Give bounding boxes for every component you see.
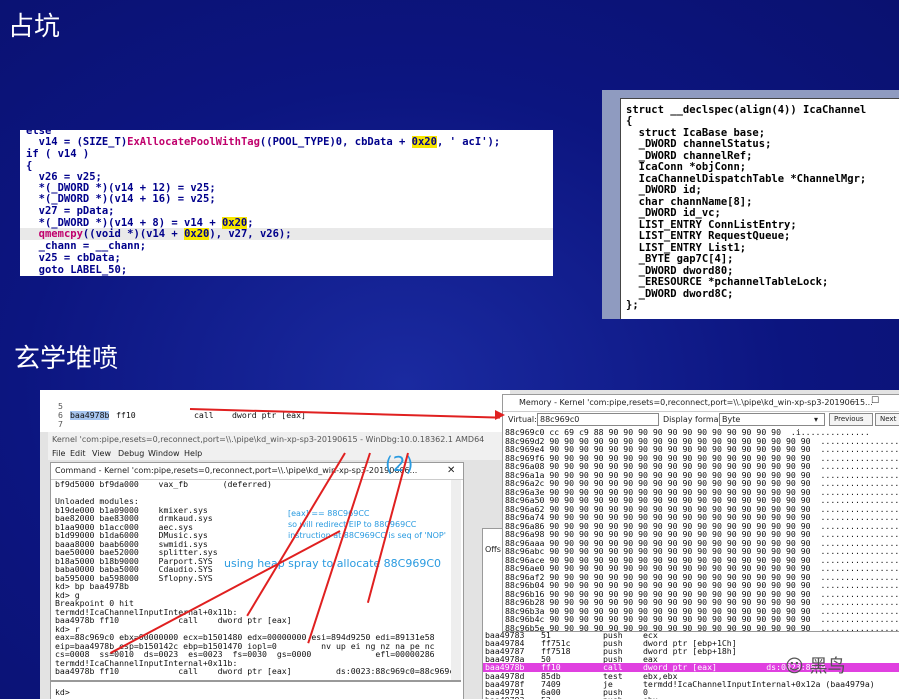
- menu-debug[interactable]: Debug: [118, 449, 144, 458]
- maximize-icon[interactable]: ☐: [871, 396, 879, 406]
- struct-line: _ERESOURCE *pchannelTableLock;: [626, 276, 829, 288]
- next-button-label: Next: [880, 415, 897, 423]
- kd-prompt[interactable]: kd>: [55, 688, 70, 697]
- code-line-alloc: v14 = (SIZE_T)ExAllocatePoolWithTag((POO…: [26, 136, 501, 148]
- virtual-address-input[interactable]: 88c969c0: [537, 413, 659, 426]
- line-number: 7: [58, 419, 63, 429]
- display-format-value: Byte: [722, 415, 741, 424]
- struct-line: _DWORD dword8C;: [626, 288, 734, 300]
- chevron-down-icon: ▾: [814, 415, 819, 424]
- disasm-address: baa4978b: [70, 410, 110, 420]
- memory-dump: 88c969c0 cc 69 c9 88 90 90 90 90 90 90 9…: [503, 428, 899, 631]
- menu-help[interactable]: Help: [184, 449, 202, 458]
- display-format-select[interactable]: Byte ▾: [719, 413, 825, 426]
- memory-row: 88c96b5e 90 90 90 90 90 90 90 90 90 90 9…: [505, 622, 899, 631]
- memory-window: Memory - Kernel 'com:pipe,resets=0,recon…: [502, 394, 899, 632]
- struct-line: struct __declspec(align(4)) IcaChannel: [626, 104, 867, 116]
- virtual-address-value: 88c969c0: [540, 415, 580, 424]
- menu-edit[interactable]: Edit: [70, 449, 86, 458]
- disasm-bytes: ff10: [116, 410, 136, 420]
- struct-declaration-panel: struct __declspec(align(4)) IcaChannel {…: [602, 90, 899, 319]
- decompiled-code-panel: else v14 = (SIZE_T)ExAllocatePoolWithTag…: [20, 130, 553, 276]
- struct-line: IcaConn *objConn;: [626, 161, 747, 173]
- offset-label: Offs: [485, 545, 501, 554]
- watermark: ☺ 黑鸟: [785, 652, 846, 678]
- code-line: _chann = __chann;: [26, 240, 147, 252]
- cmd-line: bf9d5000 bf9da000 vax_fb (deferred): [55, 480, 272, 489]
- struct-line: LIST_ENTRY RequestQueue;: [626, 230, 791, 242]
- windbg-title: Kernel 'com:pipe,resets=0,reconnect,port…: [52, 435, 485, 444]
- minimize-icon[interactable]: –: [853, 397, 857, 406]
- divider: [51, 680, 461, 682]
- command-window: Command - Kernel 'com:pipe,resets=0,reco…: [50, 462, 464, 699]
- step-number: (2): [385, 452, 414, 476]
- code-line: v27 = pData;: [26, 205, 115, 217]
- disasm-args: termdd!IcaChannelInputInternal+0x12a (ba…: [643, 679, 875, 689]
- struct-line: _DWORD id_vc;: [626, 207, 721, 219]
- next-button[interactable]: Next: [875, 413, 899, 426]
- code-line: *(_DWORD *)(v14 + 16) = v25;: [26, 193, 216, 205]
- struct-code-box: struct __declspec(align(4)) IcaChannel {…: [620, 98, 899, 319]
- close-icon[interactable]: ✕: [447, 465, 455, 476]
- menu-view[interactable]: View: [92, 449, 111, 458]
- windbg-screenshot: 5 6 7 baa4978b ff10 call dword ptr [eax]…: [40, 390, 899, 699]
- disasm-opcode: call: [194, 410, 214, 420]
- display-format-label: Display format:: [663, 415, 725, 424]
- code-line: if ( v14 ): [26, 148, 90, 160]
- memory-window-title: Memory - Kernel 'com:pipe,resets=0,recon…: [519, 398, 873, 407]
- watermark-text: 黑鸟: [809, 656, 846, 677]
- menu-file[interactable]: File: [52, 449, 65, 458]
- slide-heading-1: 占坑: [8, 12, 61, 42]
- slide-heading-2: 玄学堆喷: [14, 344, 119, 374]
- command-scrollbar[interactable]: [451, 480, 461, 680]
- previous-button[interactable]: Previous: [829, 413, 873, 426]
- windbg-main-window: Kernel 'com:pipe,resets=0,reconnect,port…: [48, 432, 510, 460]
- struct-line: {: [626, 115, 633, 127]
- arrow-head: [495, 410, 505, 420]
- redirect-annotation: [eax] == 88C969CC so will redirect EIP t…: [288, 509, 446, 540]
- cmd-line: baa4978b ff10 call dword ptr [eax] ds:00…: [55, 666, 451, 676]
- code-line: goto LABEL_50;: [26, 264, 128, 276]
- struct-line: _DWORD channelStatus;: [626, 138, 772, 150]
- struct-line: _BYTE gap7C[4];: [626, 253, 734, 265]
- struct-line: };: [626, 299, 639, 311]
- virtual-label: Virtual:: [508, 415, 537, 424]
- menu-window[interactable]: Window: [148, 449, 180, 458]
- struct-line: _DWORD id;: [626, 184, 702, 196]
- code-line: v25 = cbData;: [26, 252, 121, 264]
- code-line-qmemcpy: qmemcpy((void *)(v14 + 0x20), v27, v26);: [38, 228, 292, 240]
- bird-icon: ☺: [785, 656, 804, 677]
- memory-window-titlebar: Memory - Kernel 'com:pipe,resets=0,recon…: [503, 395, 899, 412]
- previous-button-label: Previous: [834, 415, 864, 423]
